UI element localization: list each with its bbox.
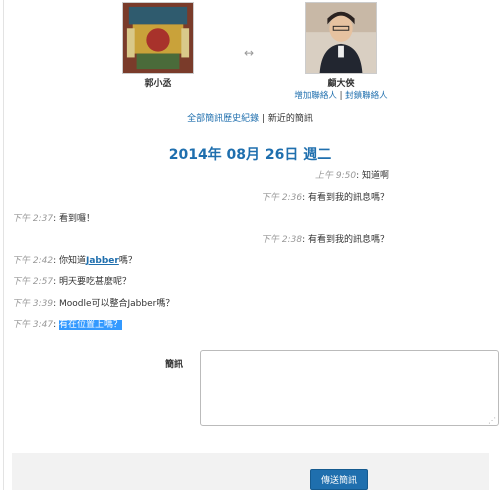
participant-right: 顧大俠 增加聯絡人 | 封鎖聯絡人 <box>294 2 388 101</box>
avatar-left-image <box>123 3 193 73</box>
add-contact-link[interactable]: 增加聯絡人 <box>294 91 337 101</box>
avatar-right-image <box>306 3 376 73</box>
message-time: 下午 3:39 <box>12 299 54 309</box>
message-text: 明天要吃甚麼呢？ <box>58 277 131 287</box>
message-row: 下午 2:57: 明天要吃甚麼呢？ <box>12 277 131 287</box>
participant-right-name: 顧大俠 <box>327 79 355 89</box>
sms-label: 簡訊 <box>165 360 184 370</box>
message-time: 下午 2:42 <box>12 256 54 266</box>
block-contact-link[interactable]: 封鎖聯絡人 <box>345 91 388 101</box>
form-footer <box>12 453 489 490</box>
history-links: 全部簡訊歷史紀錄 | 新近的簡訊 <box>0 111 500 124</box>
avatar-left[interactable] <box>122 2 194 74</box>
actions-separator: | <box>339 91 343 101</box>
conversation-arrow-icon: ↔ <box>244 46 255 60</box>
message-row: 下午 2:36: 有看到我的訊息嗎？ <box>261 193 389 203</box>
recent-messages-label: 新近的簡訊 <box>267 114 313 124</box>
message-row: 下午 3:47: 有在位置上嗎？ <box>12 320 122 330</box>
send-message-button[interactable]: 傳送簡訊 <box>310 469 368 490</box>
message-text: 知道啊 <box>361 171 389 181</box>
all-history-link[interactable]: 全部簡訊歷史紀錄 <box>187 114 259 124</box>
message-row: 下午 3:39: Moodle可以整合Jabber嗎？ <box>12 299 175 309</box>
message-text: 看到囉！ <box>58 214 95 224</box>
message-row: 下午 2:42: 你知道Jabber嗎？ <box>12 256 137 266</box>
message-text-after: 嗎？ <box>118 256 137 266</box>
history-separator: | <box>261 114 266 124</box>
message-time: 下午 2:37 <box>12 214 54 224</box>
avatar-right[interactable] <box>305 2 377 74</box>
message-text: 有看到我的訊息嗎？ <box>307 235 389 245</box>
message-time: 下午 3:47 <box>12 320 54 330</box>
jabber-link[interactable]: Jabber <box>86 256 119 266</box>
message-row: 上午 9:50: 知道啊 <box>315 171 389 181</box>
message-time: 下午 2:57 <box>12 277 54 287</box>
message-time: 上午 9:50 <box>315 171 357 181</box>
message-text-selected: 有在位置上嗎？ <box>58 320 122 330</box>
message-text-before: 你知道 <box>58 256 86 266</box>
message-row: 下午 2:38: 有看到我的訊息嗎？ <box>261 235 389 245</box>
message-text: 有看到我的訊息嗎？ <box>307 193 389 203</box>
resize-grip-icon[interactable]: ⋰ <box>488 416 496 425</box>
sms-textarea[interactable] <box>200 350 499 426</box>
participant-left-name: 郭小丞 <box>144 79 172 89</box>
participant-left: 郭小丞 <box>113 2 203 89</box>
date-heading: 2014年 08月 26日 週二 <box>168 147 332 163</box>
message-text: Moodle可以整合Jabber嗎？ <box>58 299 175 309</box>
page-left-border <box>0 0 4 490</box>
message-time: 下午 2:36 <box>261 193 303 203</box>
message-time: 下午 2:38 <box>261 235 303 245</box>
participant-right-actions: 增加聯絡人 | 封鎖聯絡人 <box>286 89 396 101</box>
message-row: 下午 2:37: 看到囉！ <box>12 214 95 224</box>
